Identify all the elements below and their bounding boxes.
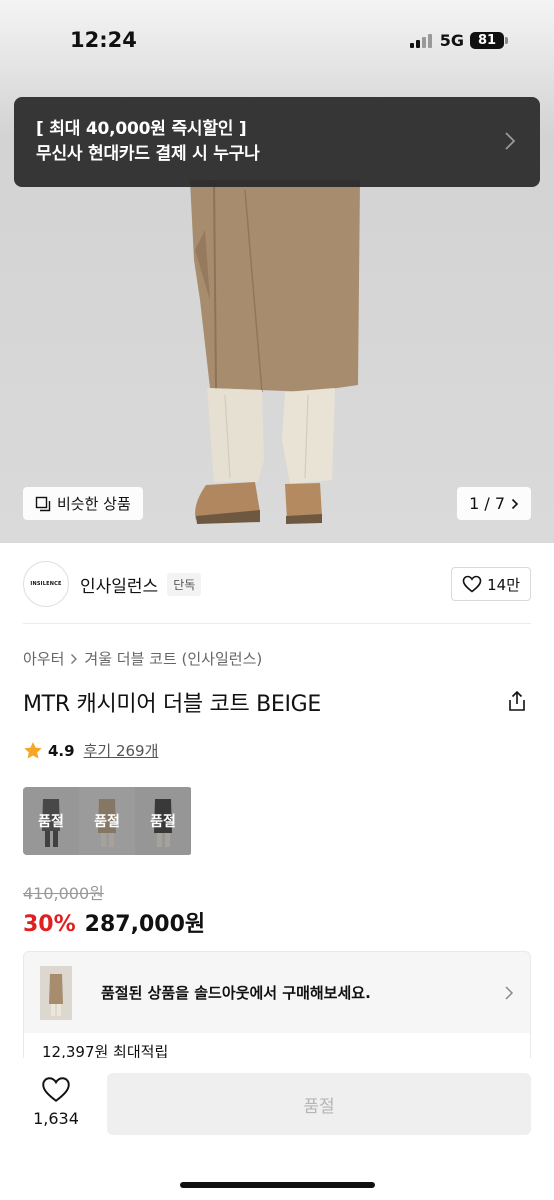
color-option[interactable]: 품절 <box>23 787 79 855</box>
color-options: 품절 품절 품절 <box>23 787 192 855</box>
star-icon <box>24 742 42 759</box>
breadcrumb-subcategory[interactable]: 겨울 더블 코트 (인사일런스) <box>84 648 262 669</box>
home-indicator <box>180 1182 375 1188</box>
soldout-product-thumbnail <box>40 965 72 1020</box>
soldout-label: 품절 <box>135 787 191 855</box>
rating-row: 4.9 후기 269개 <box>23 740 158 761</box>
buy-button[interactable]: 품절 <box>107 1073 531 1135</box>
breadcrumb-category[interactable]: 아우터 <box>23 648 64 669</box>
color-option[interactable]: 품절 <box>135 787 191 855</box>
image-page-indicator[interactable]: 1 / 7 <box>457 487 531 520</box>
color-option[interactable]: 품절 <box>79 787 135 855</box>
brand-logo[interactable]: INSILENCE <box>23 561 69 607</box>
chevron-right-icon <box>505 985 514 1000</box>
signal-icon <box>409 33 432 48</box>
exclusive-badge: 단독 <box>167 572 202 596</box>
wishlist-count: 1,634 <box>33 1109 79 1128</box>
reviews-link[interactable]: 후기 269개 <box>84 740 159 761</box>
brand-logo-text: INSILENCE <box>30 581 62 587</box>
divider <box>23 623 531 624</box>
soldout-label: 품절 <box>79 787 135 855</box>
soldout-promo[interactable]: 품절된 상품을 솔드아웃에서 구매해보세요. <box>23 951 531 1033</box>
price-row: 30% 287,000원 <box>23 906 205 938</box>
promo-subtitle: 무신사 현대카드 결제 시 누구나 <box>36 144 260 164</box>
share-icon[interactable] <box>506 690 528 712</box>
product-title: MTR 캐시미어 더블 코트 BEIGE <box>23 692 322 717</box>
brand-like-button[interactable]: 14만 <box>451 567 531 601</box>
battery-tip <box>505 37 508 44</box>
chevron-right-icon <box>505 132 516 150</box>
status-time: 12:24 <box>70 28 137 52</box>
page-indicator-text: 1 / 7 <box>469 494 505 513</box>
similar-products-button[interactable]: 비슷한 상품 <box>23 487 143 520</box>
chevron-right-icon <box>511 498 519 509</box>
discount-rate: 30% <box>23 912 76 937</box>
similar-icon <box>35 496 51 511</box>
original-price: 410,000원 <box>23 884 104 903</box>
brand-name[interactable]: 인사일런스 <box>80 572 158 597</box>
soldout-message: 품절된 상품을 솔드아웃에서 구매해보세요. <box>101 984 371 1002</box>
bottom-action-bar: 1,634 품절 <box>0 1058 554 1200</box>
breadcrumb: 아우터 겨울 더블 코트 (인사일런스) <box>23 648 262 669</box>
brand-like-count: 14만 <box>487 575 520 594</box>
soldout-label: 품절 <box>23 787 79 855</box>
heart-icon <box>42 1077 70 1102</box>
soldout-product-photo <box>40 965 72 1020</box>
battery-icon: 81 <box>470 32 508 49</box>
promo-banner[interactable]: [ 최대 40,000원 즉시할인 ] 무신사 현대카드 결제 시 누구나 <box>14 97 540 187</box>
product-image[interactable] <box>0 0 554 543</box>
rating-value: 4.9 <box>48 741 75 760</box>
network-type: 5G <box>439 31 464 50</box>
promo-title: [ 최대 40,000원 즉시할인 ] <box>36 119 247 139</box>
product-photo <box>0 0 554 543</box>
battery-level: 81 <box>470 32 504 49</box>
sale-price: 287,000원 <box>84 912 206 937</box>
wishlist-button[interactable]: 1,634 <box>32 1076 80 1128</box>
heart-icon <box>462 575 482 593</box>
brand-row: INSILENCE 인사일런스 단독 14만 <box>23 561 531 607</box>
buy-button-label: 품절 <box>303 1096 335 1117</box>
chevron-right-icon <box>71 653 78 664</box>
status-indicators: 5G 81 <box>409 31 508 50</box>
similar-products-label: 비슷한 상품 <box>57 495 131 513</box>
